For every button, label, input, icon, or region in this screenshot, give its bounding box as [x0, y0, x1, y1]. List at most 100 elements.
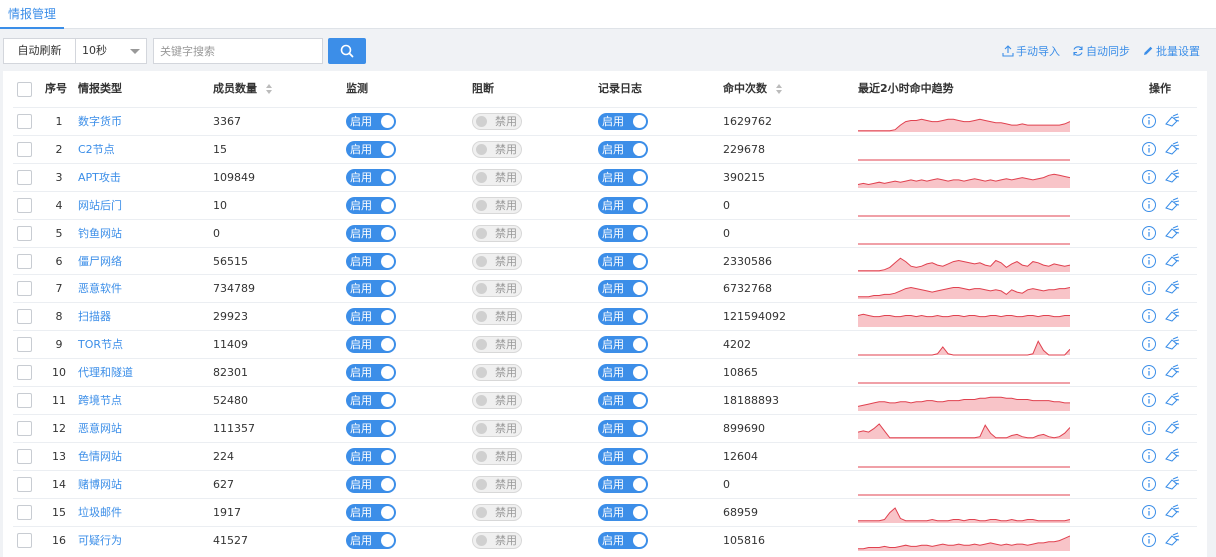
monitor-toggle[interactable]: 启用 — [346, 447, 396, 465]
auto-sync-button[interactable]: 自动同步 — [1072, 43, 1130, 59]
clear-icon[interactable] — [1163, 253, 1181, 269]
intel-type-link[interactable]: 数字货币 — [78, 108, 122, 135]
col-hits-header[interactable]: 命中次数 — [723, 71, 783, 107]
clear-icon[interactable] — [1163, 420, 1181, 436]
monitor-toggle[interactable]: 启用 — [346, 140, 396, 158]
log-toggle[interactable]: 启用 — [598, 336, 648, 354]
info-icon[interactable] — [1141, 336, 1157, 352]
log-toggle[interactable]: 启用 — [598, 531, 648, 549]
block-toggle[interactable]: 禁用 — [472, 336, 522, 354]
intel-type-link[interactable]: C2节点 — [78, 136, 115, 163]
block-toggle[interactable]: 禁用 — [472, 503, 522, 521]
clear-icon[interactable] — [1163, 532, 1181, 548]
clear-icon[interactable] — [1163, 169, 1181, 185]
info-icon[interactable] — [1141, 113, 1157, 129]
block-toggle[interactable]: 禁用 — [472, 447, 522, 465]
info-icon[interactable] — [1141, 364, 1157, 380]
row-checkbox[interactable] — [17, 532, 32, 548]
clear-icon[interactable] — [1163, 448, 1181, 464]
info-icon[interactable] — [1141, 420, 1157, 436]
info-icon[interactable] — [1141, 308, 1157, 324]
block-toggle[interactable]: 禁用 — [472, 308, 522, 326]
info-icon[interactable] — [1141, 392, 1157, 408]
info-icon[interactable] — [1141, 253, 1157, 269]
clear-icon[interactable] — [1163, 364, 1181, 380]
intel-type-link[interactable]: 钓鱼网站 — [78, 220, 122, 247]
monitor-toggle[interactable]: 启用 — [346, 364, 396, 382]
block-toggle[interactable]: 禁用 — [472, 224, 522, 242]
info-icon[interactable] — [1141, 504, 1157, 520]
row-checkbox[interactable] — [17, 476, 32, 492]
log-toggle[interactable]: 启用 — [598, 168, 648, 186]
log-toggle[interactable]: 启用 — [598, 252, 648, 270]
monitor-toggle[interactable]: 启用 — [346, 531, 396, 549]
monitor-toggle[interactable]: 启用 — [346, 475, 396, 493]
intel-type-link[interactable]: TOR节点 — [78, 331, 123, 358]
block-toggle[interactable]: 禁用 — [472, 168, 522, 186]
intel-type-link[interactable]: APT攻击 — [78, 164, 121, 191]
block-toggle[interactable]: 禁用 — [472, 392, 522, 409]
clear-icon[interactable] — [1163, 336, 1181, 352]
row-checkbox[interactable] — [17, 114, 32, 129]
intel-type-link[interactable]: 色情网站 — [78, 443, 122, 470]
log-toggle[interactable]: 启用 — [598, 280, 648, 298]
monitor-toggle[interactable]: 启用 — [346, 336, 396, 354]
search-button[interactable] — [328, 38, 366, 64]
row-checkbox[interactable] — [17, 504, 32, 520]
row-checkbox[interactable] — [17, 420, 32, 436]
intel-type-link[interactable]: 代理和隧道 — [78, 359, 133, 386]
row-checkbox[interactable] — [17, 448, 32, 464]
select-all-checkbox[interactable] — [17, 82, 32, 97]
row-checkbox[interactable] — [17, 225, 32, 241]
intel-type-link[interactable]: 垃圾邮件 — [78, 499, 122, 526]
monitor-toggle[interactable]: 启用 — [346, 503, 396, 521]
monitor-toggle[interactable]: 启用 — [346, 280, 396, 298]
intel-type-link[interactable]: 可疑行为 — [78, 527, 122, 554]
block-toggle[interactable]: 禁用 — [472, 531, 522, 549]
clear-icon[interactable] — [1163, 308, 1181, 324]
log-toggle[interactable]: 启用 — [598, 447, 648, 465]
tab-intel-management[interactable]: 情报管理 — [0, 0, 65, 29]
batch-settings-button[interactable]: 批量设置 — [1142, 43, 1200, 59]
info-icon[interactable] — [1141, 225, 1157, 241]
col-members-header[interactable]: 成员数量 — [213, 71, 273, 107]
row-checkbox[interactable] — [17, 365, 32, 381]
monitor-toggle[interactable]: 启用 — [346, 224, 396, 242]
info-icon[interactable] — [1141, 141, 1157, 157]
row-checkbox[interactable] — [17, 197, 32, 213]
intel-type-link[interactable]: 网站后门 — [78, 192, 122, 219]
block-toggle[interactable]: 禁用 — [472, 280, 522, 298]
clear-icon[interactable] — [1163, 225, 1181, 241]
monitor-toggle[interactable]: 启用 — [346, 308, 396, 326]
monitor-toggle[interactable]: 启用 — [346, 113, 396, 130]
monitor-toggle[interactable]: 启用 — [346, 252, 396, 270]
clear-icon[interactable] — [1163, 392, 1181, 408]
clear-icon[interactable] — [1163, 141, 1181, 157]
log-toggle[interactable]: 启用 — [598, 113, 648, 130]
row-checkbox[interactable] — [17, 393, 32, 408]
block-toggle[interactable]: 禁用 — [472, 252, 522, 270]
log-toggle[interactable]: 启用 — [598, 419, 648, 437]
intel-type-link[interactable]: 僵尸网络 — [78, 248, 122, 275]
row-checkbox[interactable] — [17, 141, 32, 157]
refresh-interval-select[interactable]: 10秒 — [76, 39, 146, 63]
row-checkbox[interactable] — [17, 253, 32, 269]
info-icon[interactable] — [1141, 280, 1157, 296]
row-checkbox[interactable] — [17, 337, 32, 353]
clear-icon[interactable] — [1163, 476, 1181, 492]
row-checkbox[interactable] — [17, 281, 32, 297]
monitor-toggle[interactable]: 启用 — [346, 392, 396, 409]
log-toggle[interactable]: 启用 — [598, 392, 648, 409]
log-toggle[interactable]: 启用 — [598, 364, 648, 382]
intel-type-link[interactable]: 恶意网站 — [78, 415, 122, 442]
keyword-search-input[interactable] — [153, 38, 323, 64]
monitor-toggle[interactable]: 启用 — [346, 196, 396, 214]
info-icon[interactable] — [1141, 476, 1157, 492]
monitor-toggle[interactable]: 启用 — [346, 168, 396, 186]
manual-import-button[interactable]: 手动导入 — [1002, 43, 1060, 59]
log-toggle[interactable]: 启用 — [598, 196, 648, 214]
row-checkbox[interactable] — [17, 309, 32, 325]
info-icon[interactable] — [1141, 532, 1157, 548]
row-checkbox[interactable] — [17, 169, 32, 185]
intel-type-link[interactable]: 赌博网站 — [78, 471, 122, 498]
